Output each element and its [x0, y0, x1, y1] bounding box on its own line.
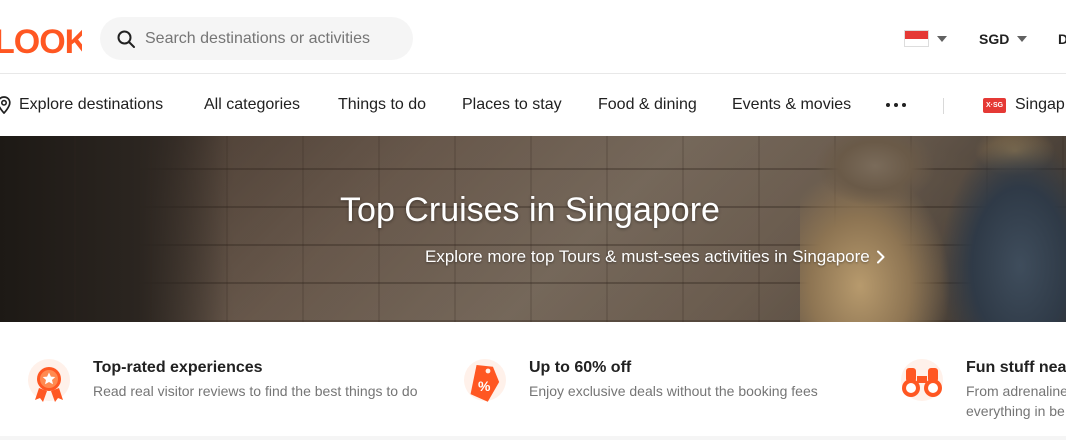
- country-selector[interactable]: [904, 30, 947, 47]
- hero-title-wrap: Top Cruises in Singapore: [0, 188, 1066, 232]
- promo-badge-icon: X·SG: [983, 97, 1006, 113]
- binoculars-icon: [898, 358, 946, 406]
- hero-link-label: Explore more top Tours & must-sees activ…: [425, 247, 870, 266]
- brand-logo[interactable]: LOOK: [0, 20, 82, 60]
- nav-explore-destinations[interactable]: Explore destinations: [0, 94, 163, 116]
- feature-title: Fun stuff nea: [966, 359, 1066, 376]
- svg-text:LOOK: LOOK: [0, 23, 82, 60]
- discount-tag-icon: %: [461, 358, 509, 406]
- value-props: Top-rated experiences Read real visitor …: [0, 322, 1066, 440]
- nav-food-dining[interactable]: Food & dining: [598, 94, 697, 116]
- search-input[interactable]: [145, 29, 395, 48]
- feature-subtitle: From adrenaline everything in be: [966, 383, 1066, 419]
- feature-title: Top-rated experiences: [93, 359, 263, 376]
- singapore-flag-icon: [904, 30, 929, 47]
- currency-selector[interactable]: SGD: [979, 30, 1028, 48]
- more-dots-icon[interactable]: [886, 103, 906, 107]
- feature-fun-nearby: Fun stuff nea From adrenaline everything…: [898, 358, 1066, 421]
- nav-all-categories[interactable]: All categories: [204, 94, 300, 116]
- search-icon: [117, 30, 135, 48]
- category-nav: Explore destinations All categories Thin…: [0, 74, 1066, 136]
- section-divider: [0, 436, 1066, 440]
- hero-title: Top Cruises in Singapore: [340, 191, 720, 229]
- award-ribbon-icon: [25, 358, 73, 406]
- chevron-right-icon: [876, 250, 885, 264]
- nav-places-to-stay[interactable]: Places to stay: [462, 94, 562, 116]
- feature-title: Up to 60% off: [529, 359, 632, 376]
- search-bar[interactable]: [100, 17, 413, 60]
- svg-text:%: %: [478, 378, 491, 394]
- chevron-down-icon: [937, 35, 947, 42]
- nav-promo-singapore[interactable]: X·SG Singap: [983, 94, 1065, 116]
- nav-divider: [943, 98, 944, 114]
- location-pin-icon: [0, 96, 11, 114]
- top-header: LOOK SGD D: [0, 0, 1066, 74]
- hero-banner: Top Cruises in Singapore Explore more to…: [0, 136, 1066, 322]
- hero-explore-link[interactable]: Explore more top Tours & must-sees activ…: [425, 245, 885, 269]
- header-menu-cut[interactable]: D: [1058, 30, 1066, 48]
- currency-label: SGD: [979, 31, 1010, 47]
- promo-label: Singap: [1015, 96, 1065, 113]
- feature-top-rated: Top-rated experiences Read real visitor …: [25, 358, 418, 406]
- feature-discount: % Up to 60% off Enjoy exclusive deals wi…: [461, 358, 818, 406]
- chevron-down-icon: [1017, 36, 1028, 42]
- nav-events-movies[interactable]: Events & movies: [732, 94, 851, 116]
- nav-label: Explore destinations: [19, 96, 164, 113]
- feature-subtitle: Enjoy exclusive deals without the bookin…: [529, 383, 818, 399]
- nav-things-to-do[interactable]: Things to do: [338, 94, 426, 116]
- feature-subtitle: Read real visitor reviews to find the be…: [93, 383, 418, 399]
